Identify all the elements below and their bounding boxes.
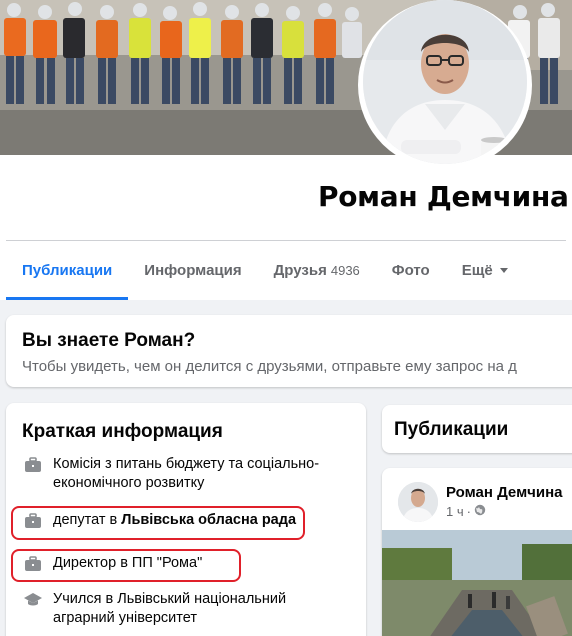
friends-count: 4936 bbox=[330, 263, 360, 278]
posts-header-card: Публикации bbox=[382, 405, 572, 453]
highlight-box bbox=[11, 506, 305, 540]
tab-publications[interactable]: Публикации bbox=[6, 241, 129, 300]
post-card: Роман Демчина 1 ч · bbox=[382, 468, 572, 636]
profile-avatar[interactable] bbox=[363, 0, 527, 164]
tab-label: Друзья bbox=[273, 262, 327, 279]
intro-item-education: Учился в Львівський національний аграрний… bbox=[22, 590, 286, 628]
post-author-name[interactable]: Роман Демчина bbox=[446, 484, 563, 501]
know-card: Вы знаете Роман? Чтобы увидеть, чем он д… bbox=[6, 315, 572, 387]
briefcase-icon bbox=[22, 455, 44, 475]
intro-title: Краткая информация bbox=[22, 421, 223, 442]
post-meta: 1 ч · bbox=[446, 504, 486, 519]
meta-separator: · bbox=[466, 504, 471, 519]
profile-name: Роман Демчина bbox=[318, 180, 569, 213]
caret-down-icon bbox=[499, 268, 508, 273]
globe-icon[interactable] bbox=[474, 504, 486, 519]
tab-label: Ещё bbox=[461, 262, 493, 279]
tab-label: Публикации bbox=[22, 262, 113, 279]
posts-title: Публикации bbox=[394, 419, 509, 440]
tab-label: Информация bbox=[144, 262, 242, 279]
tab-friends[interactable]: Друзья 4936 bbox=[258, 241, 376, 300]
post-author-avatar[interactable] bbox=[398, 482, 438, 522]
post-time[interactable]: 1 ч bbox=[446, 504, 464, 519]
tab-photos[interactable]: Фото bbox=[376, 241, 446, 300]
intro-card: Краткая информация Комісія з питань бюдж… bbox=[6, 403, 366, 636]
profile-tabs: Публикации Информация Друзья 4936 Фото Ещ… bbox=[6, 241, 524, 300]
intro-item-text: Учился в Львівський національний аграрний… bbox=[53, 591, 287, 626]
tab-more[interactable]: Ещё bbox=[446, 241, 524, 300]
tab-label: Фото bbox=[391, 262, 430, 279]
tab-info[interactable]: Информация bbox=[128, 241, 257, 300]
avatar-portrait bbox=[363, 0, 527, 164]
highlight-box bbox=[11, 549, 241, 582]
know-title: Вы знаете Роман? bbox=[22, 330, 196, 351]
know-subtitle: Чтобы увидеть, чем он делится с друзьями… bbox=[22, 358, 517, 375]
intro-item-committee: Комісія з питань бюджету та соціально-ек… bbox=[22, 455, 319, 493]
graduation-cap-icon bbox=[22, 590, 44, 610]
intro-item-text: Комісія з питань бюджету та соціально-ек… bbox=[53, 456, 320, 491]
post-photo[interactable] bbox=[382, 530, 572, 636]
